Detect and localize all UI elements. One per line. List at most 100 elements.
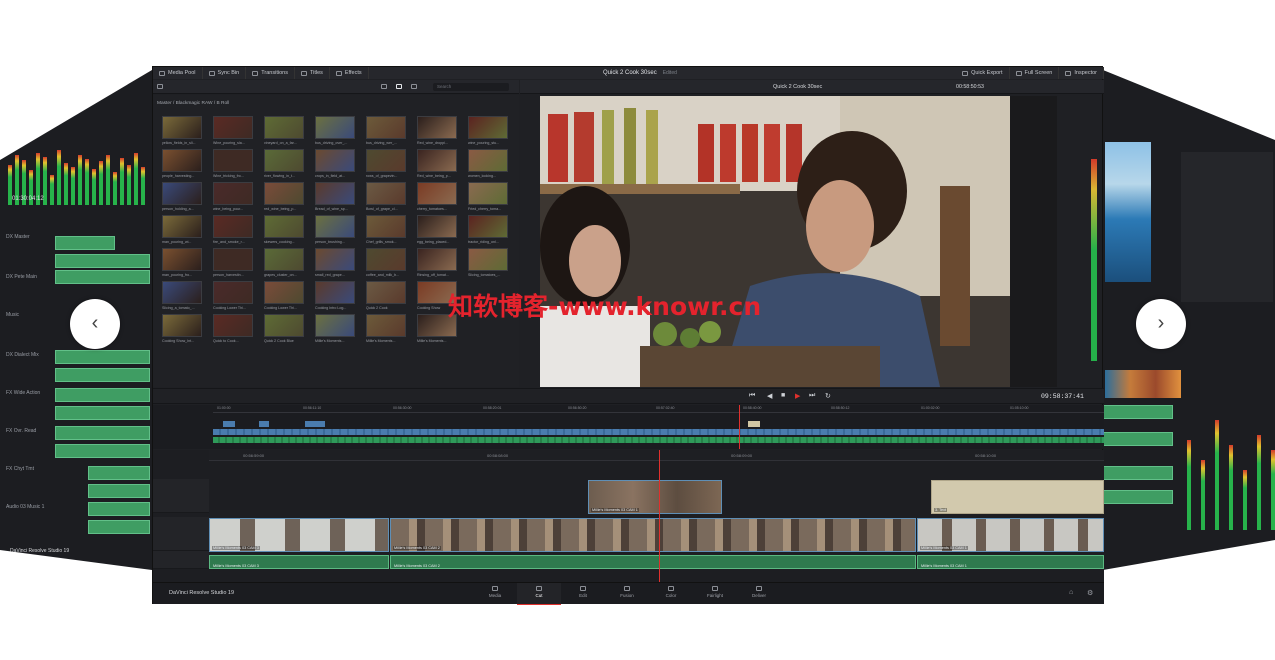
skip-start-button[interactable]: ⏮ [749, 392, 755, 400]
timeline-title-clip[interactable]: 3. Text [931, 480, 1104, 514]
media-clip[interactable]: coffee_and_milk_b... [366, 248, 417, 281]
media-clip[interactable]: tractor_riding_onl... [468, 215, 519, 248]
sidebar-toggle-icon[interactable] [157, 84, 163, 89]
media-clip[interactable]: rows_of_grapevin... [366, 149, 417, 182]
media-clip[interactable]: Cooking Intro Log... [315, 281, 366, 314]
media-clip[interactable]: Wine_tricking_fro... [213, 149, 264, 182]
stop-button[interactable]: ■ [781, 392, 785, 399]
ruler-label: 00:58:40:00 [743, 406, 762, 410]
media-clip[interactable]: crops_in_field_at... [315, 149, 366, 182]
media-clip[interactable]: fire_and_smoke_r... [213, 215, 264, 248]
media-clip[interactable]: Cooking Show_Int... [162, 314, 213, 347]
media-clip[interactable]: bus_driving_over_... [315, 116, 366, 149]
quick-export-button[interactable]: Quick Export [956, 67, 1010, 79]
step-back-button[interactable]: ◀ [767, 392, 772, 400]
media-clip[interactable]: Rinsing_off_tomat... [417, 248, 468, 281]
media-clip[interactable]: bus_driving_wer_... [366, 116, 417, 149]
media-clip[interactable]: small_red_grape... [315, 248, 366, 281]
media-clip[interactable]: Quick 2 Cook [366, 281, 417, 314]
breadcrumb: Master / Blackmagic RAW / B Roll [157, 101, 230, 106]
media-clip[interactable]: Bowl_of_grape_cl... [366, 182, 417, 215]
media-clip[interactable]: man_pouring_fro... [162, 248, 213, 281]
media-clip[interactable]: Fried_cherry_toma... [468, 182, 519, 215]
media-clip[interactable]: egg_being_placed... [417, 215, 468, 248]
page-edit[interactable]: Edit [561, 583, 605, 605]
clip-thumbnail [315, 215, 355, 238]
clip-name: egg_being_placed... [417, 240, 450, 244]
media-clip[interactable]: person_harvestin... [213, 248, 264, 281]
thumbnail-view-icon[interactable] [396, 84, 402, 89]
media-clip[interactable]: Red_wine_being_p... [417, 149, 468, 182]
play-button[interactable]: ▶ [795, 392, 800, 400]
viewer-frame[interactable] [540, 96, 1057, 387]
media-clip[interactable]: women_looking... [468, 149, 519, 182]
inspector-button[interactable]: Inspector [1059, 67, 1104, 79]
media-clip[interactable]: Slicing_a_tomato_... [162, 281, 213, 314]
media-clip[interactable]: Bread_of_wine_sp... [315, 182, 366, 215]
timeline-playhead[interactable] [659, 450, 660, 582]
sync-bin-button[interactable]: Sync Bin [203, 67, 247, 79]
media-clip[interactable]: man_pouring_wi... [162, 215, 213, 248]
page-cut[interactable]: Cut [517, 583, 561, 605]
media-clip[interactable]: person_holding_a... [162, 182, 213, 215]
timeline-clip-v1[interactable]: Millie's Moments 03 CAM 2 [390, 518, 916, 552]
left-audio-clip [55, 254, 150, 268]
loop-button[interactable]: ↻ [825, 392, 831, 400]
media-clip[interactable]: vineyard_on_a_far... [264, 116, 315, 149]
viewer-timeline-name[interactable]: Quick 2 Cook 30sec [773, 84, 822, 90]
left-track-6: FX Ovr. Read [6, 428, 37, 434]
search-input[interactable]: Search [433, 83, 509, 91]
media-clip[interactable]: wine_being_pour... [213, 182, 264, 215]
timeline-clip-v2[interactable]: Millie's Moments 03 CAM 1 [588, 480, 722, 514]
media-clip[interactable]: Quick to Cook... [213, 314, 264, 347]
page-fusion[interactable]: Fusion [605, 583, 649, 605]
skip-end-button[interactable]: ⏭ [809, 392, 815, 400]
left-track-3: Music [6, 312, 20, 318]
track-header-v2[interactable] [153, 479, 209, 513]
track-header-a1[interactable] [153, 551, 209, 569]
page-deliver[interactable]: Deliver [737, 583, 781, 605]
media-clip[interactable]: Millie's Moments... [315, 314, 366, 347]
titles-button[interactable]: Titles [295, 67, 330, 79]
previous-slide-button[interactable]: ‹ [70, 299, 120, 349]
page-color[interactable]: Color [649, 583, 693, 605]
transitions-button[interactable]: Transitions [246, 67, 295, 79]
media-clip[interactable]: Cooking Lower Thi... [213, 281, 264, 314]
media-clip[interactable]: Red_wine_droppi... [417, 116, 468, 149]
media-clip[interactable]: Chef_grills_smok... [366, 215, 417, 248]
media-clip[interactable]: people_harvesting... [162, 149, 213, 182]
media-clip[interactable]: skewers_cooking... [264, 215, 315, 248]
page-media[interactable]: Media [473, 583, 517, 605]
media-clip[interactable]: grapes_cluster_on... [264, 248, 315, 281]
media-clip[interactable]: river_flowing_in_t... [264, 149, 315, 182]
media-clip[interactable]: yellow_fields_in_sli... [162, 116, 213, 149]
media-clip[interactable]: cherry_tomatoes... [417, 182, 468, 215]
timeline-audio-clip[interactable]: Millie's Moments 03 CAM 3 [209, 555, 389, 569]
media-clip[interactable]: wine_pouring_stu... [468, 116, 519, 149]
timeline-audio-clip[interactable]: Millie's Moments 03 CAM 2 [390, 555, 916, 569]
next-slide-button[interactable]: › [1136, 299, 1186, 349]
effects-button[interactable]: Effects [330, 67, 369, 79]
full-screen-button[interactable]: Full Screen [1010, 67, 1060, 79]
timeline-ruler: 00:56:59:00 00:58:08:00 00:58:09:00 00:5… [209, 450, 1104, 461]
media-clip[interactable]: Quick 2 Cook Blue [264, 314, 315, 347]
media-clip[interactable]: Millie's Moments... [366, 314, 417, 347]
home-icon[interactable]: ⌂ [1069, 589, 1073, 596]
timeline-clip-v1[interactable]: Millie's Moments 03 CAM 3 [209, 518, 389, 552]
transport-bar: ⏮ ◀ ■ ▶ ⏭ ↻ 09:58:37:41 [153, 388, 1104, 404]
right-thumb-strip [1105, 370, 1181, 398]
track-header-v1[interactable] [153, 517, 209, 551]
media-clip[interactable]: person_brushing... [315, 215, 366, 248]
media-clip[interactable]: Wine_pouring_sla... [213, 116, 264, 149]
list-view-icon[interactable] [381, 84, 387, 89]
timeline-clip-v1[interactable]: Millie's Moments 03 CAM 1 [917, 518, 1104, 552]
media-clip[interactable]: red_wine_being_p... [264, 182, 315, 215]
metadata-view-icon[interactable] [411, 84, 417, 89]
media-clip[interactable]: Cooking Lower Thi... [264, 281, 315, 314]
media-clip[interactable]: Slicing_tomatoes_... [468, 248, 519, 281]
settings-icon[interactable]: ⚙ [1087, 589, 1093, 597]
overview-playhead[interactable] [739, 405, 740, 449]
media-pool-button[interactable]: Media Pool [153, 67, 203, 79]
page-fairlight[interactable]: Fairlight [693, 583, 737, 605]
timeline-audio-clip[interactable]: Millie's Moments 03 CAM 1 [917, 555, 1104, 569]
